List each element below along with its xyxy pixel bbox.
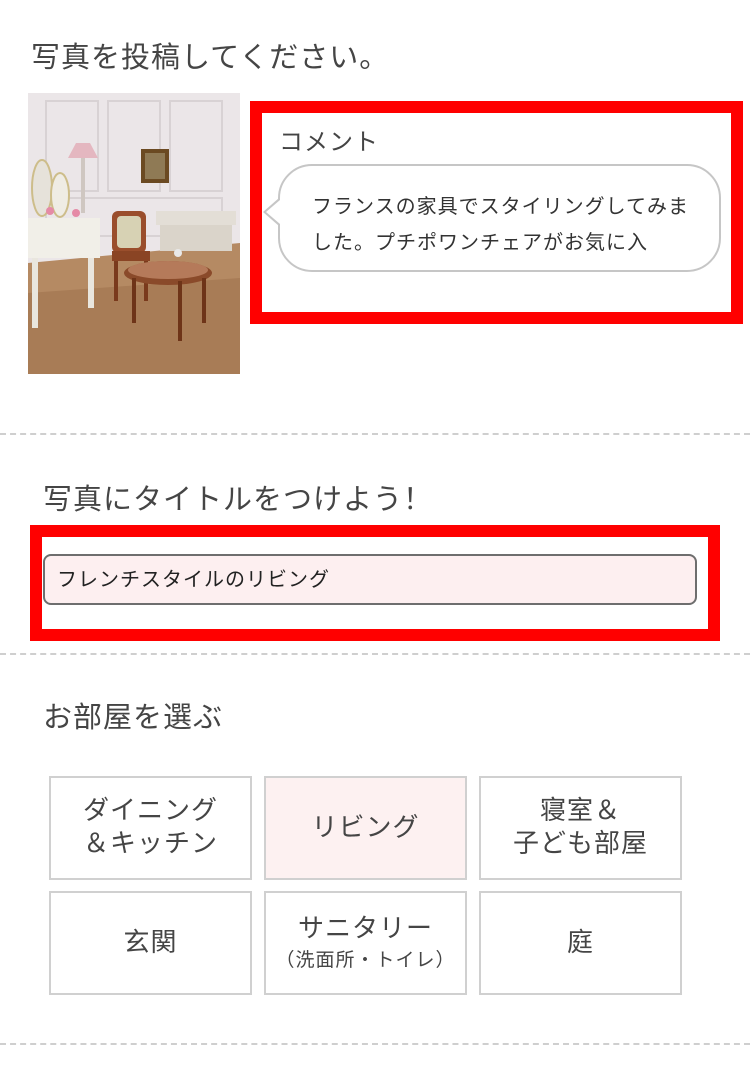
uploaded-photo-thumbnail[interactable] (28, 93, 240, 374)
room-photo-image (28, 93, 240, 374)
room-option-label: 子ども部屋 (512, 829, 648, 859)
room-option-sublabel: （洗面所・トイレ） (275, 948, 456, 971)
section-divider (0, 653, 750, 655)
photo-title-input[interactable]: フレンチスタイルのリビング (43, 554, 697, 605)
room-option-label: 寝室＆ (539, 796, 621, 826)
comment-text: フランスの家具でスタイリングしてみました。プチポワンチェアがお気に入 (312, 194, 689, 254)
room-option-label: 玄関 (123, 927, 178, 958)
title-section-heading: 写真にタイトルをつけよう！ (43, 482, 434, 516)
room-option-garden[interactable]: 庭 (479, 891, 682, 995)
room-option-label: サニタリー (297, 913, 433, 944)
room-option-label: ダイニング (82, 796, 218, 826)
photo-section-heading: 写真を投稿してください。 (31, 40, 390, 74)
room-option-living[interactable]: リビング (264, 776, 467, 880)
room-option-label: 庭 (566, 927, 594, 958)
room-section-heading: お部屋を選ぶ (43, 700, 224, 734)
section-divider (0, 1043, 750, 1045)
room-option-label: リビング (311, 812, 420, 843)
room-option-entrance[interactable]: 玄関 (49, 891, 252, 995)
comment-label: コメント (279, 128, 379, 156)
room-option-dining-kitchen[interactable]: ダイニング ＆キッチン (49, 776, 252, 880)
room-option-bedroom-kids[interactable]: 寝室＆ 子ども部屋 (479, 776, 682, 880)
section-divider (0, 433, 750, 435)
bubble-tail-fill (266, 200, 280, 224)
room-option-sanitary[interactable]: サニタリー （洗面所・トイレ） (264, 891, 467, 995)
comment-bubble[interactable]: フランスの家具でスタイリングしてみました。プチポワンチェアがお気に入 (278, 164, 721, 272)
room-option-label: ＆キッチン (82, 829, 218, 859)
